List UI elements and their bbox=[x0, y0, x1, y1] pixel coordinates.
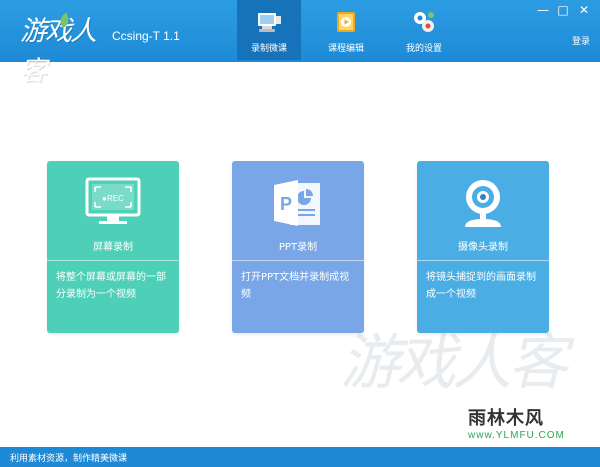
settings-gears-icon bbox=[414, 12, 434, 32]
card-header: ●REC 屏幕录制 bbox=[47, 161, 179, 260]
recorder-icon bbox=[258, 13, 281, 32]
card-description: 将整个屏幕或屏幕的一部分录制为一个视频 bbox=[56, 272, 166, 300]
card-description: 将镜头捕捉到的画面录制成一个视频 bbox=[426, 272, 536, 300]
status-footer: 利用素材资源，制作精美微课 bbox=[0, 447, 600, 467]
tab-record-lesson[interactable]: 录制微课 bbox=[237, 0, 301, 60]
card-description: 打开PPT文档并录制成视频 bbox=[241, 272, 350, 300]
site-url: www.YLMFU.COM bbox=[468, 430, 565, 441]
course-edit-icon bbox=[337, 12, 355, 32]
logo-text: 游戏人客 bbox=[20, 16, 97, 87]
powerpoint-icon: P bbox=[274, 180, 320, 226]
ppt-letter: P bbox=[280, 194, 292, 214]
card-title: 摄像头录制 bbox=[458, 242, 508, 253]
card-divider bbox=[232, 260, 364, 261]
site-brand: 雨林木风 bbox=[468, 408, 544, 429]
maximize-button[interactable]: □ bbox=[556, 3, 570, 17]
card-title: PPT录制 bbox=[278, 242, 318, 253]
app-title: Ccsing-T 1.1 bbox=[112, 29, 180, 43]
card-divider bbox=[417, 260, 549, 261]
login-link[interactable]: 登录 bbox=[572, 34, 590, 47]
minimize-button[interactable]: — bbox=[536, 3, 550, 17]
site-logo-overlay: 雨林木风 www.YLMFU.COM bbox=[462, 402, 588, 448]
webcam-icon bbox=[465, 180, 501, 227]
tab-course-edit[interactable]: 课程编辑 bbox=[314, 0, 378, 60]
card-header: P PPT录制 bbox=[232, 161, 364, 260]
card-divider bbox=[47, 260, 179, 261]
watermark-text: 游戏人客 bbox=[340, 328, 568, 398]
screen-record-card[interactable]: ●REC 屏幕录制 将整个屏幕或屏幕的一部分录制为一个视频 bbox=[47, 161, 179, 333]
tab-label: 我的设置 bbox=[405, 44, 442, 54]
camera-record-card[interactable]: 摄像头录制 将镜头捕捉到的画面录制成一个视频 bbox=[417, 161, 549, 333]
card-header: 摄像头录制 bbox=[417, 161, 549, 260]
footer-text: 利用素材资源，制作精美微课 bbox=[10, 454, 128, 464]
rec-label: ●REC bbox=[102, 194, 124, 203]
tab-my-settings[interactable]: 我的设置 bbox=[392, 0, 456, 60]
app-logo: 游戏人客 bbox=[20, 12, 106, 87]
tab-label: 录制微课 bbox=[250, 44, 287, 54]
monitor-rec-icon: ●REC bbox=[85, 177, 141, 224]
card-title: 屏幕录制 bbox=[93, 242, 133, 253]
ppt-record-card[interactable]: P PPT录制 打开PPT文档并录制成视频 bbox=[232, 161, 364, 333]
header-bar: 游戏人客 Ccsing-T 1.1 录制微课 课程编辑 我的设置 — □ ✕ 登… bbox=[0, 0, 600, 87]
close-button[interactable]: ✕ bbox=[577, 3, 591, 17]
tab-label: 课程编辑 bbox=[327, 44, 364, 54]
